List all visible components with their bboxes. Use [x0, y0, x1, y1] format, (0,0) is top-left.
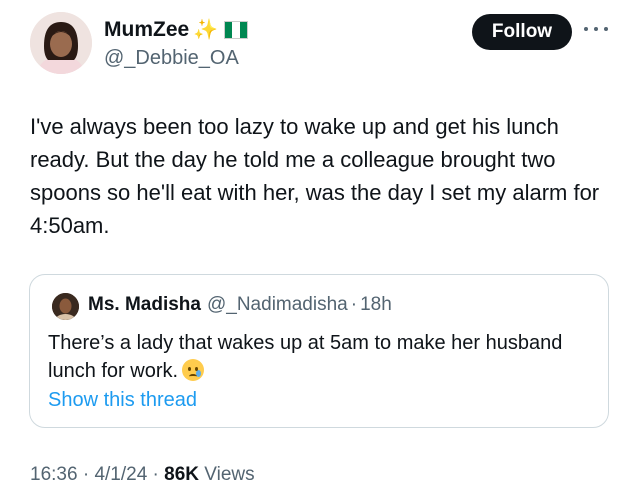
sparkles-icon: ✨: [193, 19, 219, 41]
author-handle[interactable]: @_Debbie_OA: [104, 47, 239, 70]
author-avatar[interactable]: [30, 12, 92, 74]
views-count: 86K: [164, 464, 200, 485]
tweet-meta: 16:36 · 4/1/24 · 86K Views: [30, 464, 255, 486]
tweet-text: I've always been too lazy to wake up and…: [30, 114, 600, 238]
author-name-text[interactable]: MumZee: [104, 18, 189, 42]
quoted-tweet-text-block: There’s a lady that wakes up at 5am to m…: [48, 329, 578, 385]
quoted-author-avatar: [52, 293, 79, 320]
quoted-tweet-card[interactable]: Ms. Madisha @_Nadimadisha · 18h There’s …: [29, 274, 609, 428]
crying-face-emoji-icon: [182, 359, 205, 381]
quoted-tweet-text: There’s a lady that wakes up at 5am to m…: [48, 332, 563, 382]
views-label: Views: [204, 464, 255, 485]
separator-dot: ·: [82, 464, 90, 485]
separator-dot: ·: [350, 294, 358, 315]
more-icon[interactable]: [584, 24, 608, 34]
follow-button[interactable]: Follow: [472, 14, 572, 50]
quoted-tweet-header: Ms. Madisha @_Nadimadisha · 18h: [88, 294, 392, 316]
quoted-tweet-time: 18h: [360, 294, 392, 315]
show-thread-link[interactable]: Show this thread: [48, 389, 197, 412]
nigeria-flag-icon: [224, 21, 249, 39]
tweet-date[interactable]: 4/1/24: [94, 464, 147, 485]
tweet-time[interactable]: 16:36: [30, 464, 78, 485]
quoted-author-name: Ms. Madisha: [88, 294, 201, 315]
separator-dot: ·: [152, 464, 159, 485]
quoted-author-handle: @_Nadimadisha: [206, 294, 348, 315]
author-display-name[interactable]: MumZee ✨: [104, 18, 249, 42]
